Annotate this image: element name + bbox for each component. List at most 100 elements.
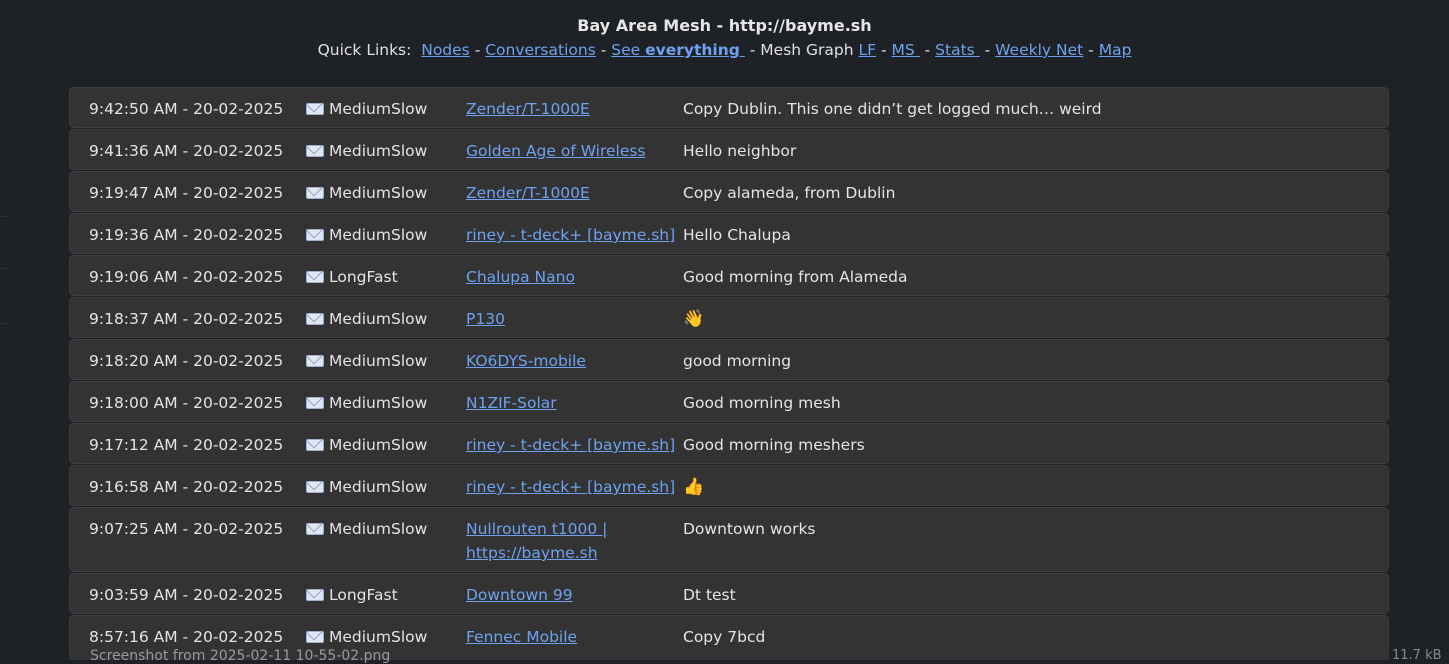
channel-name: LongFast — [329, 586, 398, 604]
message-row: 9:19:06 AM - 20-02-2025 LongFast Chalupa… — [69, 255, 1389, 296]
message-channel: MediumSlow — [306, 139, 427, 163]
node-link[interactable]: riney - t-deck+ [bayme.sh] — [466, 223, 675, 247]
channel-name: MediumSlow — [329, 100, 428, 118]
node-link[interactable]: Golden Age of Wireless — [466, 139, 646, 163]
message-text: 👋 — [683, 309, 705, 329]
separator: - — [1088, 41, 1094, 59]
conversations-link[interactable]: Conversations — [485, 41, 596, 59]
separator: - — [474, 41, 481, 59]
node-link[interactable]: KO6DYS-mobile — [466, 349, 586, 373]
message-channel: MediumSlow — [306, 475, 427, 499]
message-text: Hello neighbor — [683, 142, 797, 160]
channel-name: MediumSlow — [329, 478, 428, 496]
node-link[interactable]: Nullrouten t1000 | https://bayme.sh — [466, 517, 656, 565]
message-channel: MediumSlow — [306, 517, 427, 541]
message-time: 9:18:20 AM - 20-02-2025 — [89, 352, 284, 370]
message-channel: LongFast — [306, 583, 398, 607]
message-time: 9:17:12 AM - 20-02-2025 — [89, 436, 284, 454]
channel-name: MediumSlow — [329, 520, 428, 538]
node-link[interactable]: Downtown 99 — [466, 583, 573, 607]
map-link[interactable]: Map — [1099, 41, 1132, 59]
node-link[interactable]: Zender/T-1000E — [466, 97, 590, 121]
message-text: Copy alameda, from Dublin — [683, 184, 896, 202]
envelope-icon — [306, 439, 324, 451]
message-text: Copy Dublin. This one didn’t get logged … — [683, 100, 1102, 118]
channel-name: MediumSlow — [329, 142, 428, 160]
message-channel: MediumSlow — [306, 181, 427, 205]
message-time: 9:41:36 AM - 20-02-2025 — [89, 142, 284, 160]
message-text: Downtown works — [683, 520, 816, 538]
envelope-icon — [306, 313, 324, 325]
window-edge-decoration — [0, 216, 6, 324]
message-time: 9:03:59 AM - 20-02-2025 — [89, 586, 284, 604]
envelope-icon — [306, 481, 324, 493]
channel-name: MediumSlow — [329, 352, 428, 370]
channel-name: MediumSlow — [329, 436, 428, 454]
weekly-net-link[interactable]: Weekly Net — [995, 41, 1083, 59]
envelope-icon — [306, 631, 324, 643]
quick-links-label: Quick Links: — [317, 41, 412, 59]
message-row: 9:41:36 AM - 20-02-2025 MediumSlow Golde… — [69, 129, 1389, 170]
message-text: good morning — [683, 352, 792, 370]
node-link[interactable]: riney - t-deck+ [bayme.sh] — [466, 475, 675, 499]
mesh-graph-label: Mesh Graph — [760, 41, 854, 59]
message-row: 9:17:12 AM - 20-02-2025 MediumSlow riney… — [69, 423, 1389, 464]
node-link[interactable]: N1ZIF-Solar — [466, 391, 557, 415]
message-row: 9:42:50 AM - 20-02-2025 MediumSlow Zende… — [69, 87, 1389, 128]
envelope-icon — [306, 103, 324, 115]
message-time: 9:19:06 AM - 20-02-2025 — [89, 268, 284, 286]
message-channel: MediumSlow — [306, 97, 427, 121]
window-edge-divider — [0, 268, 6, 269]
channel-name: MediumSlow — [329, 628, 428, 646]
page-title: Bay Area Mesh - http://bayme.sh — [577, 16, 872, 35]
quick-links-bar: Quick Links: Nodes - Conversations - See… — [0, 38, 1449, 62]
channel-name: MediumSlow — [329, 394, 428, 412]
see-everything-bold: everything — [645, 41, 740, 59]
message-time: 9:18:37 AM - 20-02-2025 — [89, 310, 284, 328]
channel-name: LongFast — [329, 268, 398, 286]
see-everything-link[interactable]: See everything — [611, 41, 745, 59]
envelope-icon — [306, 271, 324, 283]
message-list: 9:42:50 AM - 20-02-2025 MediumSlow Zende… — [69, 87, 1389, 657]
overlay-file-size: 11.7 kB — [1392, 648, 1442, 663]
separator: - — [881, 41, 887, 59]
message-text: Good morning from Alameda — [683, 268, 908, 286]
message-time: 9:18:00 AM - 20-02-2025 — [89, 394, 284, 412]
stats-link[interactable]: Stats — [935, 41, 980, 59]
mesh-graph-lf-link[interactable]: LF — [859, 41, 877, 59]
envelope-icon — [306, 145, 324, 157]
message-channel: MediumSlow — [306, 223, 427, 247]
see-everything-prefix: See — [611, 41, 641, 59]
envelope-icon — [306, 589, 324, 601]
message-row: 9:03:59 AM - 20-02-2025 LongFast Downtow… — [69, 573, 1389, 614]
message-channel: MediumSlow — [306, 349, 427, 373]
message-text: 👍 — [683, 477, 705, 497]
message-text: Good morning meshers — [683, 436, 865, 454]
message-time: 9:16:58 AM - 20-02-2025 — [89, 478, 284, 496]
message-row: 9:18:00 AM - 20-02-2025 MediumSlow N1ZIF… — [69, 381, 1389, 422]
separator: - — [984, 41, 991, 59]
message-time: 9:42:50 AM - 20-02-2025 — [89, 100, 284, 118]
message-channel: LongFast — [306, 265, 398, 289]
node-link[interactable]: Chalupa Nano — [466, 265, 575, 289]
overlay-filename: Screenshot from 2025-02-11 10-55-02.png — [90, 648, 391, 664]
envelope-icon — [306, 355, 324, 367]
message-channel: MediumSlow — [306, 433, 427, 457]
message-text: Hello Chalupa — [683, 226, 791, 244]
message-text: Dt test — [683, 586, 736, 604]
separator: - — [749, 41, 756, 59]
node-link[interactable]: P130 — [466, 307, 505, 331]
page-header: Bay Area Mesh - http://bayme.sh Quick Li… — [0, 14, 1449, 62]
message-channel: MediumSlow — [306, 391, 427, 415]
node-link[interactable]: Zender/T-1000E — [466, 181, 590, 205]
mesh-graph-ms-link[interactable]: MS — [892, 41, 920, 59]
message-text: Good morning mesh — [683, 394, 841, 412]
envelope-icon — [306, 229, 324, 241]
message-channel: MediumSlow — [306, 307, 427, 331]
message-time: 9:07:25 AM - 20-02-2025 — [89, 520, 284, 538]
nodes-link[interactable]: Nodes — [421, 41, 470, 59]
message-row: 9:16:58 AM - 20-02-2025 MediumSlow riney… — [69, 465, 1389, 506]
node-link[interactable]: riney - t-deck+ [bayme.sh] — [466, 433, 675, 457]
mesh-graph-ms-label: MS — [891, 41, 915, 59]
stats-label: Stats — [935, 41, 975, 59]
